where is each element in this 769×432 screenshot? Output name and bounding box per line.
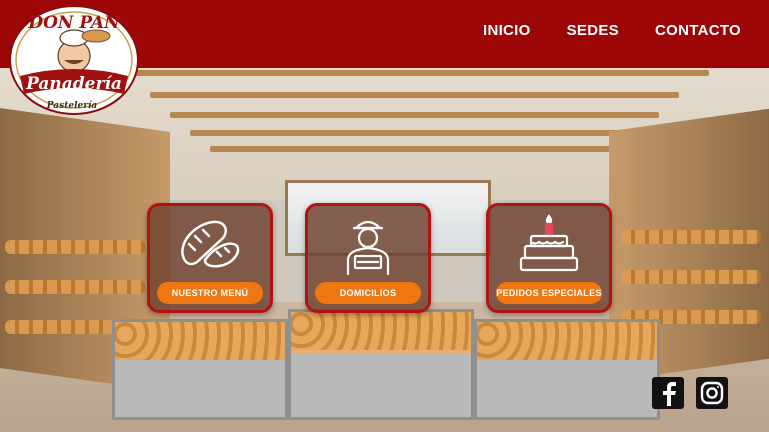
don-pan-logo[interactable]: DON PAN Panadería Pastelería	[8, 4, 140, 116]
svg-text:Panadería: Panadería	[25, 74, 122, 94]
card-domicilios[interactable]: DOMICILIOS	[305, 203, 431, 313]
main-nav: INICIO SEDES CONTACTO	[483, 22, 741, 39]
facebook-icon[interactable]	[652, 377, 684, 409]
nav-contacto[interactable]: CONTACTO	[655, 22, 741, 39]
delivery-person-icon	[308, 212, 428, 276]
cake-icon	[489, 212, 609, 276]
card-pedidos-especiales[interactable]: PEDIDOS ESPECIALES	[486, 203, 612, 313]
instagram-icon[interactable]	[696, 377, 728, 409]
card-nuestro-menu[interactable]: NUESTRO MENÚ	[147, 203, 273, 313]
nuestro-menu-button[interactable]: NUESTRO MENÚ	[157, 282, 263, 304]
pedidos-especiales-button[interactable]: PEDIDOS ESPECIALES	[496, 282, 602, 304]
nav-inicio[interactable]: INICIO	[483, 22, 531, 39]
svg-text:Pastelería: Pastelería	[46, 100, 98, 111]
domicilios-button[interactable]: DOMICILIOS	[315, 282, 421, 304]
nav-sedes[interactable]: SEDES	[567, 22, 619, 39]
bread-icon	[150, 212, 270, 276]
